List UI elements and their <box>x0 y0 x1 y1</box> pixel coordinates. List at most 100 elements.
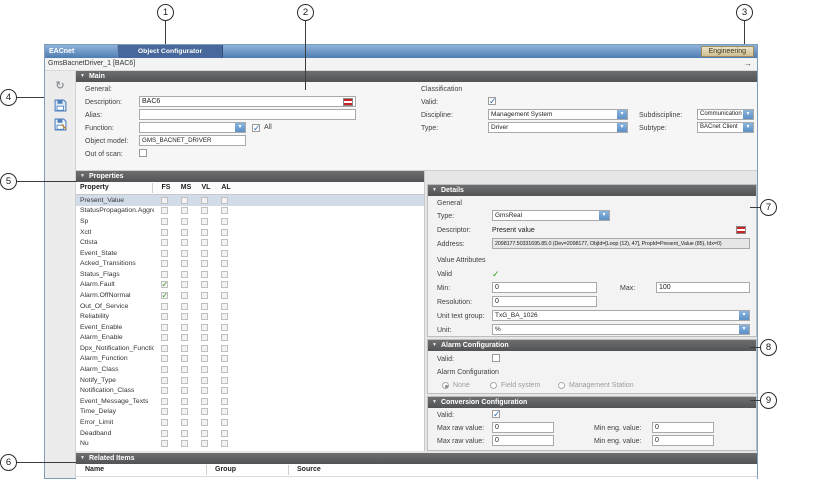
property-row[interactable]: Status_Flags <box>76 269 424 280</box>
unchecked-checkbox[interactable] <box>221 313 228 320</box>
unchecked-checkbox[interactable] <box>221 229 228 236</box>
subtype-dropdown[interactable]: BACnet Client <box>697 122 754 133</box>
column-separator[interactable] <box>288 465 289 475</box>
description-field[interactable]: BAC6 <box>139 96 356 107</box>
unchecked-checkbox[interactable] <box>221 218 228 225</box>
unchecked-checkbox[interactable] <box>221 355 228 362</box>
unchecked-checkbox[interactable] <box>181 398 188 405</box>
property-row[interactable]: Ctlsta <box>76 237 424 248</box>
unchecked-checkbox[interactable] <box>181 281 188 288</box>
alarm-section-header[interactable]: Alarm Configuration <box>428 340 756 351</box>
column-separator[interactable] <box>152 183 153 193</box>
dropdown-arrow-icon[interactable] <box>617 110 627 119</box>
unchecked-checkbox[interactable] <box>201 324 208 331</box>
property-row[interactable]: Xctl <box>76 227 424 238</box>
unchecked-checkbox[interactable] <box>221 345 228 352</box>
unchecked-checkbox[interactable] <box>201 260 208 267</box>
function-all-checkbox[interactable] <box>252 124 260 132</box>
unchecked-checkbox[interactable] <box>221 440 228 447</box>
unchecked-checkbox[interactable] <box>181 408 188 415</box>
property-row[interactable]: Notification_Class <box>76 385 424 396</box>
checked-checkbox-icon[interactable] <box>161 292 168 299</box>
unchecked-checkbox[interactable] <box>201 345 208 352</box>
property-row[interactable]: Reliability <box>76 311 424 322</box>
unchecked-checkbox[interactable] <box>181 345 188 352</box>
unchecked-checkbox[interactable] <box>161 229 168 236</box>
subdiscipline-dropdown[interactable]: Communication <box>697 109 754 120</box>
unchecked-checkbox[interactable] <box>181 303 188 310</box>
discipline-dropdown[interactable]: Management System <box>488 109 628 120</box>
save-icon[interactable] <box>54 99 67 112</box>
unit-dropdown[interactable]: % <box>492 324 750 335</box>
details-type-dropdown[interactable]: GmsReal <box>492 210 610 221</box>
unchecked-checkbox[interactable] <box>161 313 168 320</box>
unchecked-checkbox[interactable] <box>161 218 168 225</box>
dropdown-arrow-icon[interactable] <box>235 123 245 132</box>
property-row[interactable]: Out_Of_Service <box>76 301 424 312</box>
property-row[interactable]: Time_Delay <box>76 407 424 418</box>
collapse-arrow-icon[interactable] <box>80 456 85 461</box>
column-vl[interactable]: VL <box>196 182 216 194</box>
main-section-header[interactable]: Main <box>76 71 757 82</box>
unchecked-checkbox[interactable] <box>201 218 208 225</box>
property-row[interactable]: Error_Limit <box>76 417 424 428</box>
property-row[interactable]: Alarm_Class <box>76 364 424 375</box>
unchecked-checkbox[interactable] <box>161 334 168 341</box>
radio-field-system[interactable] <box>490 382 497 389</box>
column-group[interactable]: Group <box>215 464 236 476</box>
unchecked-checkbox[interactable] <box>221 207 228 214</box>
column-fs[interactable]: FS <box>156 182 176 194</box>
unchecked-checkbox[interactable] <box>201 313 208 320</box>
unchecked-checkbox[interactable] <box>161 239 168 246</box>
column-separator[interactable] <box>206 465 207 475</box>
column-al[interactable]: AL <box>216 182 236 194</box>
unchecked-checkbox[interactable] <box>161 366 168 373</box>
unchecked-checkbox[interactable] <box>221 303 228 310</box>
unchecked-checkbox[interactable] <box>201 408 208 415</box>
unchecked-checkbox[interactable] <box>161 197 168 204</box>
unchecked-checkbox[interactable] <box>201 355 208 362</box>
unchecked-checkbox[interactable] <box>181 292 188 299</box>
unchecked-checkbox[interactable] <box>181 355 188 362</box>
alarm-valid-checkbox[interactable] <box>492 354 500 362</box>
refresh-icon[interactable] <box>54 80 67 93</box>
unchecked-checkbox[interactable] <box>181 218 188 225</box>
property-row[interactable]: Nu <box>76 438 424 449</box>
unchecked-checkbox[interactable] <box>201 292 208 299</box>
column-source[interactable]: Source <box>297 464 321 476</box>
unchecked-checkbox[interactable] <box>221 387 228 394</box>
unchecked-checkbox[interactable] <box>181 260 188 267</box>
classification-valid-checkbox[interactable] <box>488 97 496 105</box>
unchecked-checkbox[interactable] <box>181 207 188 214</box>
unchecked-checkbox[interactable] <box>201 271 208 278</box>
collapse-arrow-icon[interactable] <box>432 343 437 348</box>
related-items-header[interactable]: Related Items <box>76 453 757 464</box>
alias-field[interactable] <box>139 109 356 120</box>
checked-checkbox-icon[interactable] <box>161 281 168 288</box>
unit-text-group-dropdown[interactable]: TxG_BA_1026 <box>492 310 750 321</box>
property-row[interactable]: Notify_Type <box>76 375 424 386</box>
unchecked-checkbox[interactable] <box>181 197 188 204</box>
unchecked-checkbox[interactable] <box>161 355 168 362</box>
property-row[interactable]: Event_Message_Texts <box>76 396 424 407</box>
unchecked-checkbox[interactable] <box>181 313 188 320</box>
address-field[interactable]: 2098177.50331695.85.0 (Dev=2098177, ObjI… <box>492 238 750 249</box>
collapse-arrow-icon[interactable] <box>432 188 437 193</box>
unchecked-checkbox[interactable] <box>201 229 208 236</box>
object-model-field[interactable]: GMS_BACNET_DRIVER <box>139 135 246 146</box>
unchecked-checkbox[interactable] <box>181 324 188 331</box>
property-row[interactable]: Event_Enable <box>76 322 424 333</box>
unchecked-checkbox[interactable] <box>161 250 168 257</box>
unchecked-checkbox[interactable] <box>201 197 208 204</box>
translation-flag-icon[interactable] <box>736 226 746 234</box>
unchecked-checkbox[interactable] <box>201 207 208 214</box>
unchecked-checkbox[interactable] <box>161 419 168 426</box>
unchecked-checkbox[interactable] <box>221 271 228 278</box>
unchecked-checkbox[interactable] <box>161 345 168 352</box>
property-row[interactable]: Deadband <box>76 428 424 439</box>
conversion-valid-checkbox[interactable] <box>492 410 500 418</box>
unchecked-checkbox[interactable] <box>181 430 188 437</box>
property-row[interactable]: Alarm.OffNormal <box>76 290 424 301</box>
unchecked-checkbox[interactable] <box>161 398 168 405</box>
unchecked-checkbox[interactable] <box>161 303 168 310</box>
